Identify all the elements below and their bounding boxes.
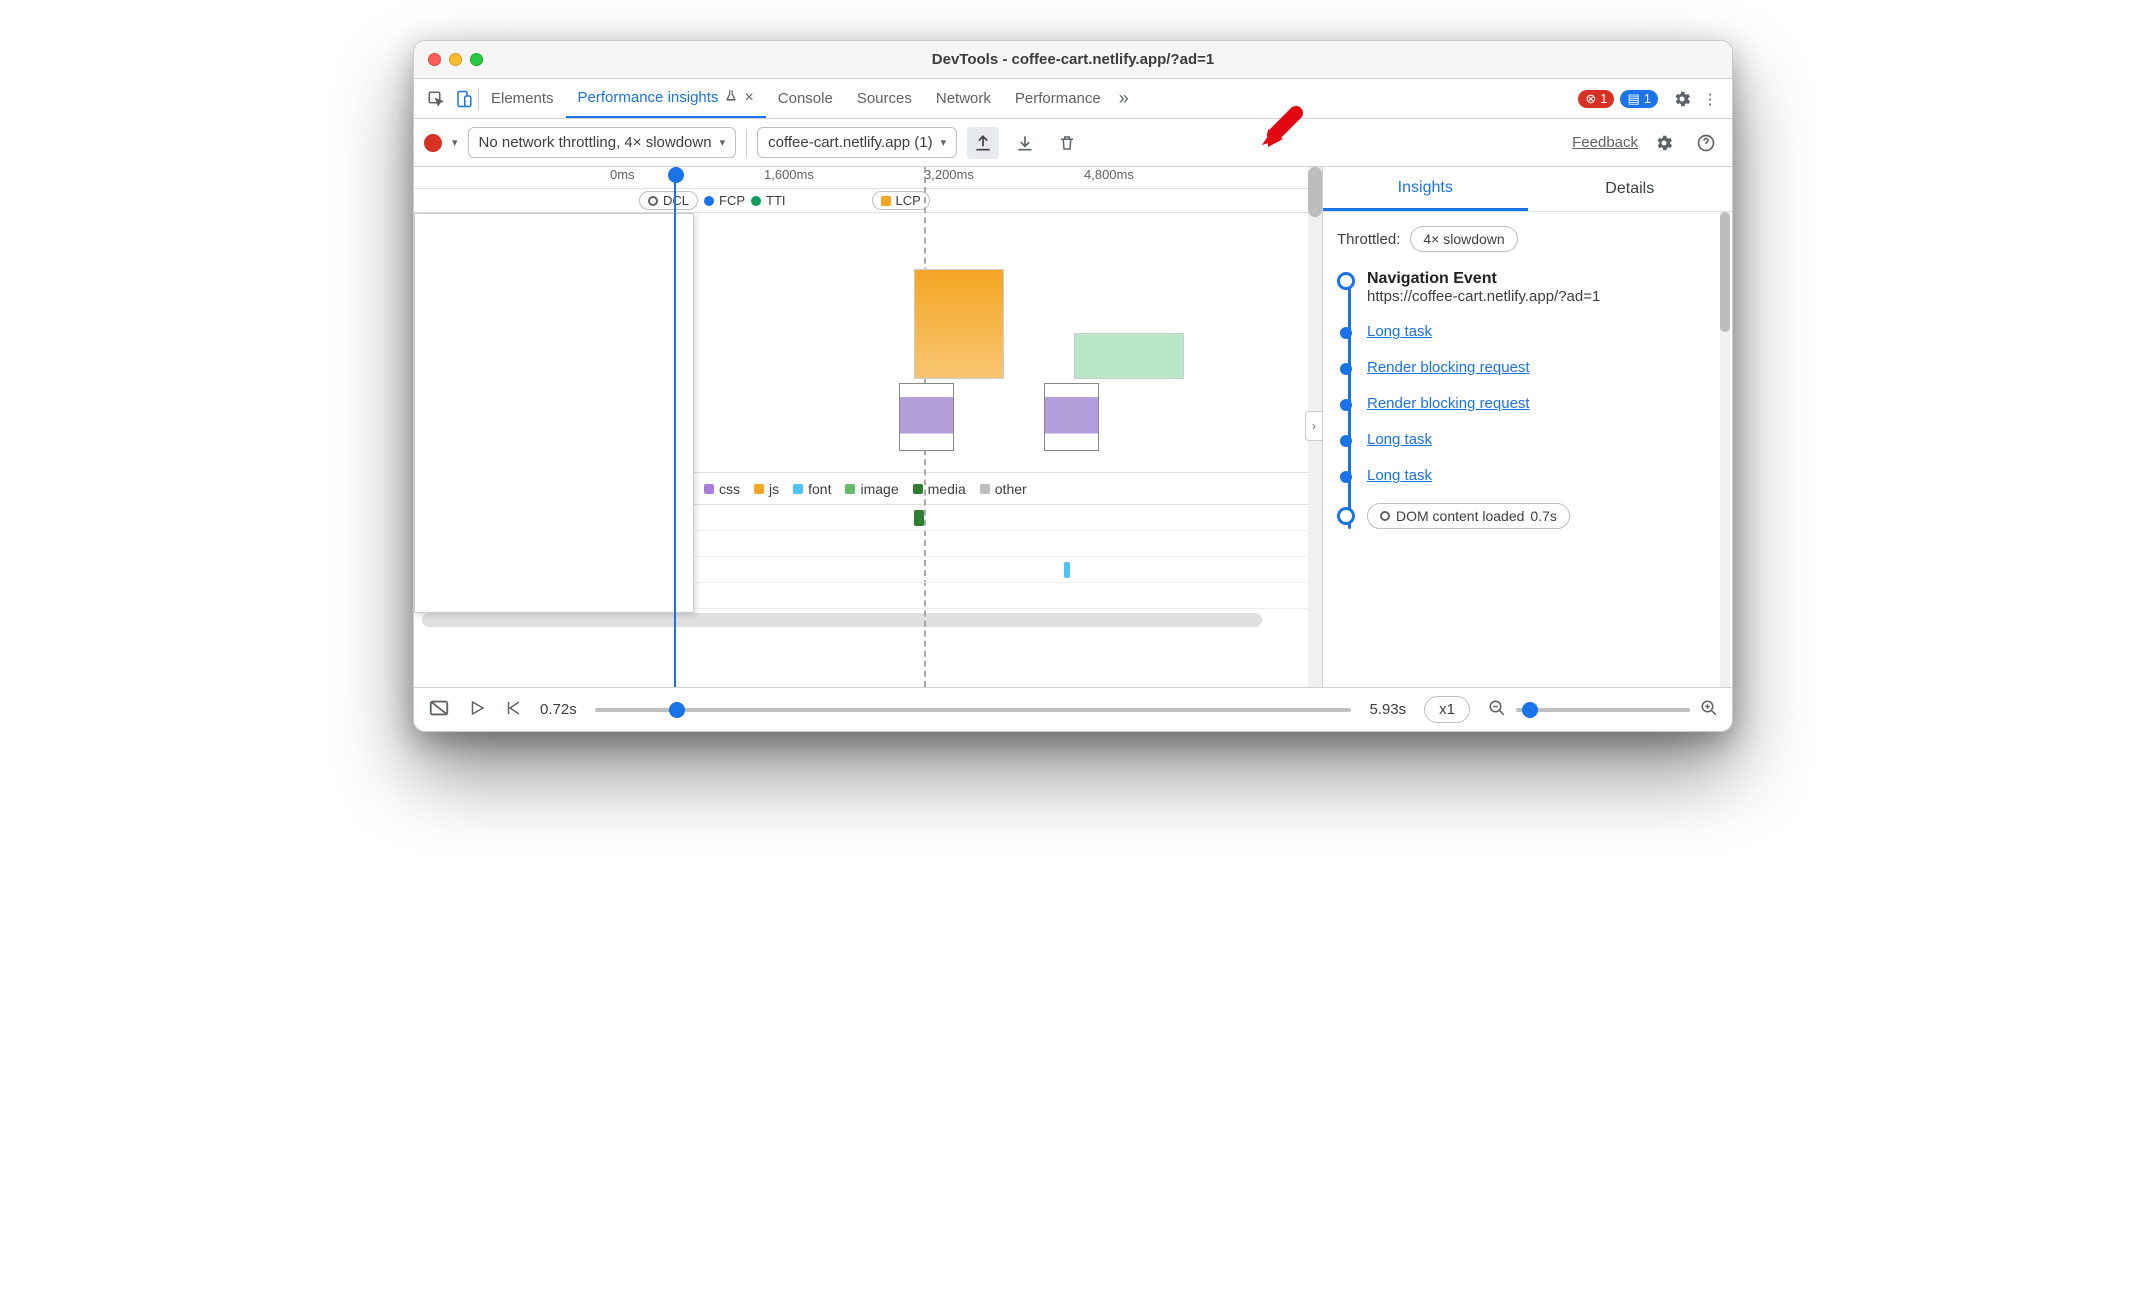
inspect-element-icon[interactable]: [422, 90, 450, 108]
throttled-row: Throttled: 4× slowdown: [1337, 226, 1718, 252]
insights-tabs: Insights Details: [1323, 167, 1732, 211]
kebab-menu-icon[interactable]: ⋮: [1696, 90, 1724, 108]
legend-other: other: [980, 481, 1027, 497]
record-button[interactable]: [424, 134, 442, 152]
message-count-badge[interactable]: ▤ 1: [1620, 90, 1658, 108]
marker-tti[interactable]: TTI: [751, 193, 786, 208]
export-icon[interactable]: [967, 127, 999, 159]
panel-scrollbar[interactable]: [1720, 212, 1730, 687]
tab-network[interactable]: Network: [924, 79, 1003, 118]
tab-insights[interactable]: Insights: [1323, 167, 1528, 211]
event-item[interactable]: Long task: [1367, 467, 1718, 485]
zoom-out-icon[interactable]: [1488, 699, 1506, 721]
legend-media: media: [913, 481, 966, 497]
zoom-in-icon[interactable]: [1700, 699, 1718, 721]
timeline-block-image[interactable]: [1074, 333, 1184, 379]
event-item[interactable]: Long task: [1367, 431, 1718, 449]
zoom-range-input[interactable]: [1516, 708, 1690, 712]
import-icon[interactable]: [1009, 127, 1041, 159]
help-icon[interactable]: [1690, 127, 1722, 159]
minimize-window-button[interactable]: [449, 53, 462, 66]
playback-slider[interactable]: [595, 708, 1352, 712]
insights-panel: Insights Details Throttled: 4× slowdown …: [1322, 167, 1732, 687]
current-time: 0.72s: [540, 701, 577, 718]
play-button[interactable]: [468, 699, 486, 721]
chevron-down-icon: ▾: [720, 136, 726, 149]
feedback-link[interactable]: Feedback: [1572, 134, 1638, 151]
screenshot-preview: [414, 213, 694, 613]
record-menu-chevron[interactable]: ▾: [452, 136, 458, 149]
tab-details[interactable]: Details: [1528, 167, 1733, 211]
event-domcontentloaded[interactable]: DOM content loaded 0.7s: [1367, 503, 1718, 529]
rewind-button[interactable]: [504, 699, 522, 721]
recording-dropdown[interactable]: coffee-cart.netlify.app (1) ▾: [757, 127, 957, 158]
timeline-ruler[interactable]: 0ms 1,600ms 3,200ms 4,800ms: [414, 167, 1322, 189]
legend-css: css: [704, 481, 740, 497]
insights-content: Throttled: 4× slowdown Navigation Event …: [1323, 211, 1732, 687]
events-list: Navigation Event https://coffee-cart.net…: [1337, 270, 1718, 529]
device-toolbar-icon[interactable]: [450, 90, 478, 108]
tab-performance-insights[interactable]: Performance insights ×: [566, 79, 766, 118]
tab-sources[interactable]: Sources: [845, 79, 924, 118]
insights-toolbar: ▾ No network throttling, 4× slowdown ▾ c…: [414, 119, 1732, 167]
window-title: DevTools - coffee-cart.netlify.app/?ad=1: [414, 51, 1732, 68]
zoom-window-button[interactable]: [470, 53, 483, 66]
insights-body: 0ms 1,600ms 3,200ms 4,800ms DCL FCP TTI …: [414, 167, 1732, 687]
filmstrip-frame[interactable]: [1044, 383, 1099, 451]
titlebar: DevTools - coffee-cart.netlify.app/?ad=1: [414, 41, 1732, 79]
error-icon: ⊗: [1585, 91, 1596, 107]
error-count-badge[interactable]: ⊗ 1: [1578, 90, 1614, 108]
tab-label: Performance insights: [578, 89, 719, 106]
chevron-down-icon: ▾: [941, 136, 947, 149]
markers-row: DCL FCP TTI LCP: [414, 189, 1322, 213]
traffic-lights: [414, 53, 483, 66]
event-item[interactable]: Long task: [1367, 323, 1718, 341]
legend-js: js: [754, 481, 779, 497]
timeline-pane: 0ms 1,600ms 3,200ms 4,800ms DCL FCP TTI …: [414, 167, 1322, 687]
no-screenshot-icon[interactable]: [428, 697, 450, 723]
event-navigation[interactable]: Navigation Event https://coffee-cart.net…: [1367, 270, 1718, 305]
legend-font: font: [793, 481, 831, 497]
horizontal-scrollbar[interactable]: [422, 613, 1262, 627]
beaker-icon: [724, 89, 738, 107]
more-tabs-icon[interactable]: »: [1113, 79, 1135, 118]
devtools-tabstrip: Elements Performance insights × Console …: [414, 79, 1732, 119]
close-window-button[interactable]: [428, 53, 441, 66]
sidebar-expand-icon[interactable]: ›: [1305, 411, 1322, 441]
chat-icon: ▤: [1627, 91, 1639, 107]
marker-lcp[interactable]: LCP: [872, 191, 930, 210]
playback-footer: 0.72s 5.93s x1: [414, 687, 1732, 731]
event-item[interactable]: Render blocking request: [1367, 359, 1718, 377]
tab-performance[interactable]: Performance: [1003, 79, 1113, 118]
devtools-window: DevTools - coffee-cart.netlify.app/?ad=1…: [413, 40, 1733, 732]
close-tab-icon[interactable]: ×: [744, 89, 753, 107]
filmstrip-frame[interactable]: [899, 383, 954, 451]
tab-elements[interactable]: Elements: [479, 79, 566, 118]
filmstrip-area[interactable]: [414, 213, 1322, 473]
settings-gear-icon[interactable]: [1648, 127, 1680, 159]
playhead[interactable]: [674, 167, 676, 687]
throttle-dropdown[interactable]: No network throttling, 4× slowdown ▾: [468, 127, 737, 158]
throttled-chip[interactable]: 4× slowdown: [1410, 226, 1517, 252]
delete-icon[interactable]: [1051, 127, 1083, 159]
playback-range-input[interactable]: [595, 708, 1352, 712]
event-item[interactable]: Render blocking request: [1367, 395, 1718, 413]
zoom-controls: [1488, 699, 1718, 721]
end-time: 5.93s: [1369, 701, 1406, 718]
marker-fcp[interactable]: FCP: [704, 193, 745, 208]
timeline-block-js[interactable]: [914, 269, 1004, 379]
tab-console[interactable]: Console: [766, 79, 845, 118]
dcl-circle-icon: [1380, 511, 1390, 521]
legend-image: image: [845, 481, 898, 497]
speed-chip[interactable]: x1: [1424, 696, 1470, 723]
settings-icon[interactable]: [1668, 89, 1696, 109]
marker-dcl[interactable]: DCL: [639, 191, 698, 210]
